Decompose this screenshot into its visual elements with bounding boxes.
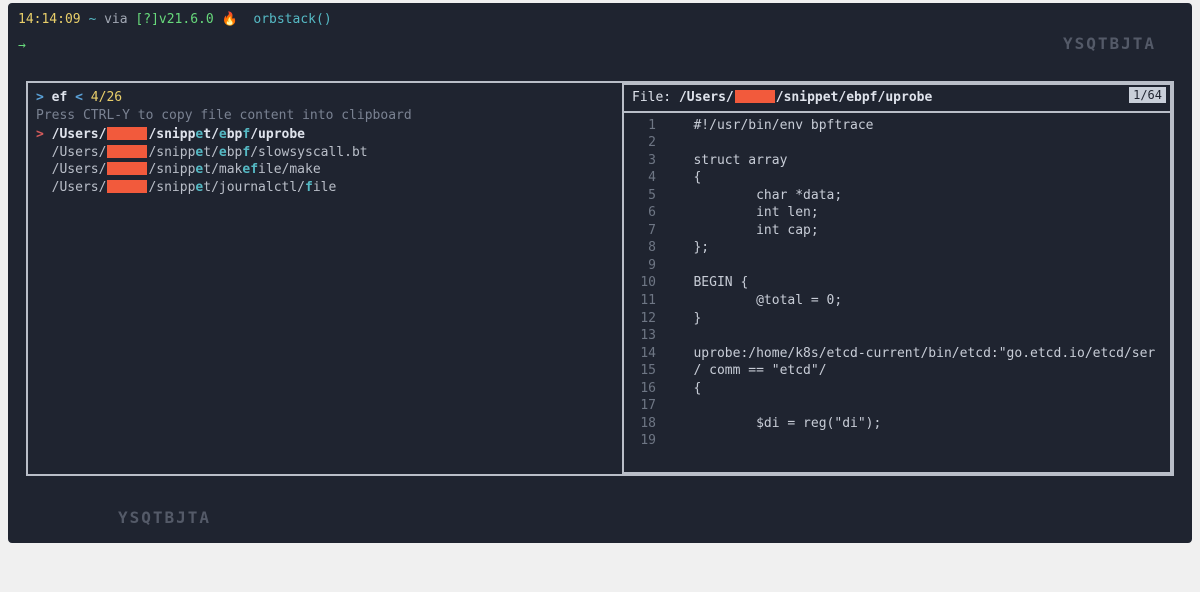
redacted-username <box>107 180 147 193</box>
redacted-username <box>735 90 775 103</box>
fzf-result-row[interactable]: /Users//snippet/makefile/make <box>36 161 616 179</box>
prompt-via: via <box>104 12 127 27</box>
preview-line: 16 { <box>624 380 1170 398</box>
preview-line: 14 uprobe:/home/k8s/etcd-current/bin/etc… <box>624 345 1170 363</box>
preview-line: 1 #!/usr/bin/env bpftrace <box>624 117 1170 135</box>
redacted-username <box>107 162 147 175</box>
shell-prompt-arrow[interactable]: → <box>8 29 1192 55</box>
preview-line-badge: 1/64 <box>1129 87 1166 103</box>
preview-line: 2 <box>624 134 1170 152</box>
fzf-result-row[interactable]: /Users//snippet/ebpf/slowsyscall.bt <box>36 144 616 162</box>
preview-line: 12 } <box>624 310 1170 328</box>
preview-line: 3 struct array <box>624 152 1170 170</box>
fzf-preview-pane: File: /Users/ /snippet/ebpf/uprobe 1/64 1… <box>622 83 1172 474</box>
fzf-query-line[interactable]: > ef < 4/26 <box>36 89 616 107</box>
preview-line: 11 @total = 0; <box>624 292 1170 310</box>
preview-line: 5 char *data; <box>624 187 1170 205</box>
preview-line: 15 / comm == "etcd"/ <box>624 362 1170 380</box>
fzf-match-count: 4/26 <box>91 90 122 105</box>
fzf-results-pane: > ef < 4/26 Press CTRL-Y to copy file co… <box>28 83 624 474</box>
preview-line: 18 $di = reg("di"); <box>624 415 1170 433</box>
preview-line: 10 BEGIN { <box>624 274 1170 292</box>
preview-line: 13 <box>624 327 1170 345</box>
fzf-result-row[interactable]: /Users//snippet/journalctl/file <box>36 179 616 197</box>
prompt-context: orbstack() <box>253 12 331 27</box>
watermark: YSQTBJTA <box>118 507 211 529</box>
preview-line: 17 <box>624 397 1170 415</box>
fzf-result-row[interactable]: > /Users//snippet/ebpf/uprobe <box>36 126 616 144</box>
preview-line: 4 { <box>624 169 1170 187</box>
fzf-query[interactable]: ef <box>52 90 68 105</box>
watermark: YSQTBJTA <box>1063 33 1156 55</box>
preview-path-post: /snippet/ebpf/uprobe <box>776 90 933 105</box>
fzf-lt-icon: < <box>75 90 83 105</box>
preview-line: 8 }; <box>624 239 1170 257</box>
redacted-username <box>107 127 147 140</box>
fzf-prompt-icon: > <box>36 90 44 105</box>
preview-file-label: File: <box>632 90 671 105</box>
prompt-version-box: [?] <box>135 12 158 27</box>
prompt-version: v21.6.0 <box>159 12 214 27</box>
fire-icon: 🔥 <box>222 12 238 27</box>
terminal-window: YSQTBJTA 14:14:09 ~ via [?]v21.6.0 🔥 orb… <box>8 3 1192 543</box>
preview-header: File: /Users/ /snippet/ebpf/uprobe 1/64 <box>624 85 1170 113</box>
preview-path-pre: /Users/ <box>679 90 734 105</box>
shell-prompt[interactable]: 14:14:09 ~ via [?]v21.6.0 🔥 orbstack() <box>8 3 1192 29</box>
preview-line: 7 int cap; <box>624 222 1170 240</box>
redacted-username <box>107 145 147 158</box>
prompt-time: 14:14:09 <box>18 12 81 27</box>
preview-body[interactable]: 1 #!/usr/bin/env bpftrace2 3 struct arra… <box>624 113 1170 454</box>
fzf-hint: Press CTRL-Y to copy file content into c… <box>36 107 616 125</box>
preview-line: 9 <box>624 257 1170 275</box>
fzf-panel: > ef < 4/26 Press CTRL-Y to copy file co… <box>26 81 1174 476</box>
preview-line: 19 <box>624 432 1170 450</box>
prompt-arrow-icon: → <box>18 38 26 53</box>
preview-line: 6 int len; <box>624 204 1170 222</box>
fzf-results-list: > /Users//snippet/ebpf/uprobe /Users//sn… <box>36 126 616 196</box>
prompt-cwd: ~ <box>88 12 96 27</box>
